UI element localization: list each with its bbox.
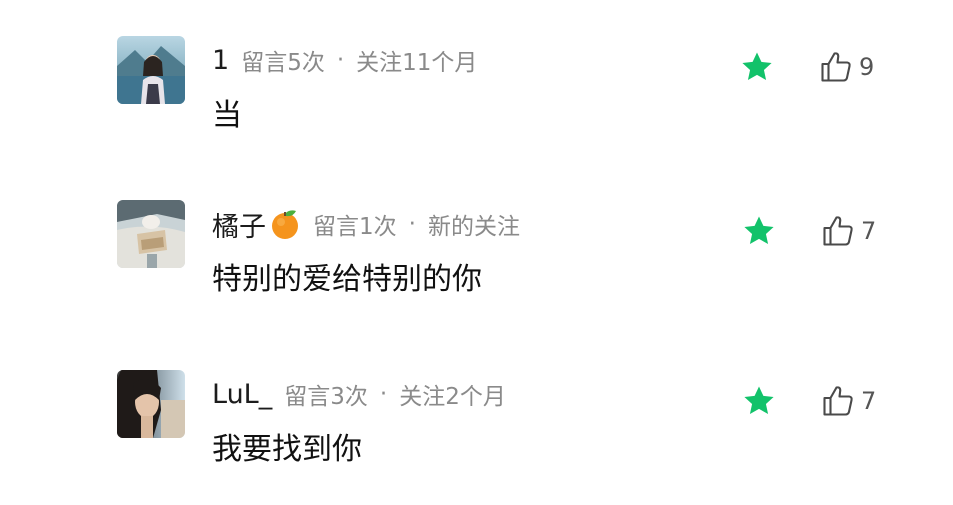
- star-icon[interactable]: [741, 384, 777, 418]
- tangerine-emoji: [272, 210, 298, 239]
- avatar[interactable]: [117, 370, 185, 438]
- username[interactable]: 1: [212, 45, 229, 76]
- avatar[interactable]: [117, 200, 185, 268]
- like-button[interactable]: 9: [818, 48, 874, 86]
- like-count: 7: [861, 217, 877, 245]
- like-count: 7: [861, 387, 877, 415]
- comment-item: 1 留言5次 · 关注11个月 当 9: [0, 36, 953, 166]
- username[interactable]: LuL_: [212, 379, 272, 410]
- separator-dot: ·: [408, 211, 416, 237]
- separator-dot: ·: [336, 47, 345, 73]
- follow-duration: 关注11个月: [356, 50, 478, 76]
- like-button[interactable]: 7: [820, 212, 876, 250]
- comment-text: 特别的爱给特别的你: [212, 262, 482, 297]
- star-icon[interactable]: [741, 214, 777, 248]
- comment-count: 留言3次: [284, 384, 368, 410]
- comment-item: 橘子 留言1次 · 新的关注 特别的爱给特别的你 7: [0, 200, 953, 330]
- thumbs-up-icon: [823, 386, 853, 416]
- star-icon[interactable]: [739, 50, 775, 84]
- comment-text: 当: [212, 98, 242, 133]
- comment-count: 留言5次: [241, 50, 325, 76]
- username[interactable]: 橘子: [212, 205, 266, 244]
- comment-item: LuL_ 留言3次 · 关注2个月 我要找到你 7: [0, 370, 953, 500]
- avatar[interactable]: [117, 36, 185, 104]
- follow-status: 新的关注: [427, 214, 520, 240]
- separator-dot: ·: [379, 381, 388, 407]
- like-count: 9: [859, 53, 875, 81]
- comment-text: 我要找到你: [212, 432, 362, 467]
- thumbs-up-icon: [823, 216, 853, 246]
- thumbs-up-icon: [821, 52, 851, 82]
- follow-duration: 关注2个月: [399, 384, 506, 410]
- comment-count: 留言1次: [313, 214, 397, 240]
- like-button[interactable]: 7: [820, 382, 876, 420]
